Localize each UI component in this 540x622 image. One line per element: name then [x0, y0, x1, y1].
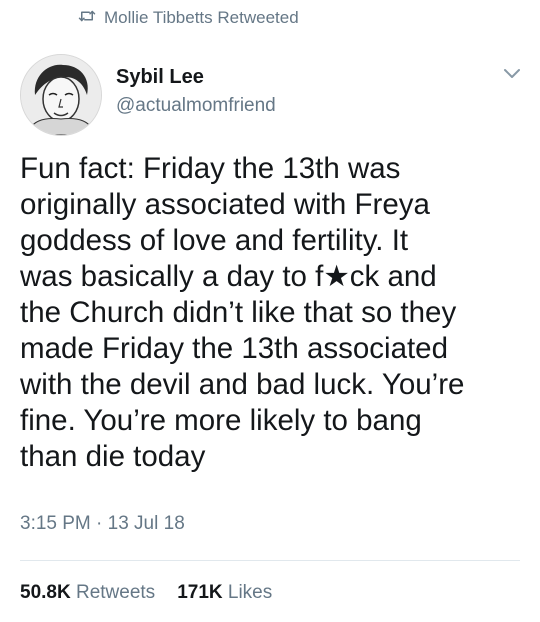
divider	[20, 560, 520, 561]
retweet-icon	[78, 8, 96, 28]
likes-count: 171K	[177, 582, 223, 603]
avatar-portrait-icon	[21, 55, 101, 135]
tweet-stats: 50.8K Retweets 171K Likes	[20, 582, 272, 604]
likes-stat[interactable]: 171K Likes	[177, 582, 272, 604]
chevron-down-icon[interactable]	[502, 67, 522, 81]
retweet-context[interactable]: Mollie Tibbetts Retweeted	[78, 8, 299, 28]
likes-label: Likes	[227, 582, 273, 603]
author-name[interactable]: Sybil Lee	[116, 66, 204, 89]
retweet-context-text: Mollie Tibbetts Retweeted	[104, 8, 299, 27]
avatar[interactable]	[20, 54, 102, 136]
author-handle[interactable]: @actualmomfriend	[116, 95, 276, 117]
tweet-timestamp[interactable]: 3:15 PM · 13 Jul 18	[20, 513, 185, 535]
tweet-text: Fun fact: Friday the 13th was originally…	[20, 152, 465, 473]
retweets-label: Retweets	[75, 582, 156, 603]
retweets-stat[interactable]: 50.8K Retweets	[20, 582, 155, 604]
retweets-count: 50.8K	[20, 582, 71, 603]
